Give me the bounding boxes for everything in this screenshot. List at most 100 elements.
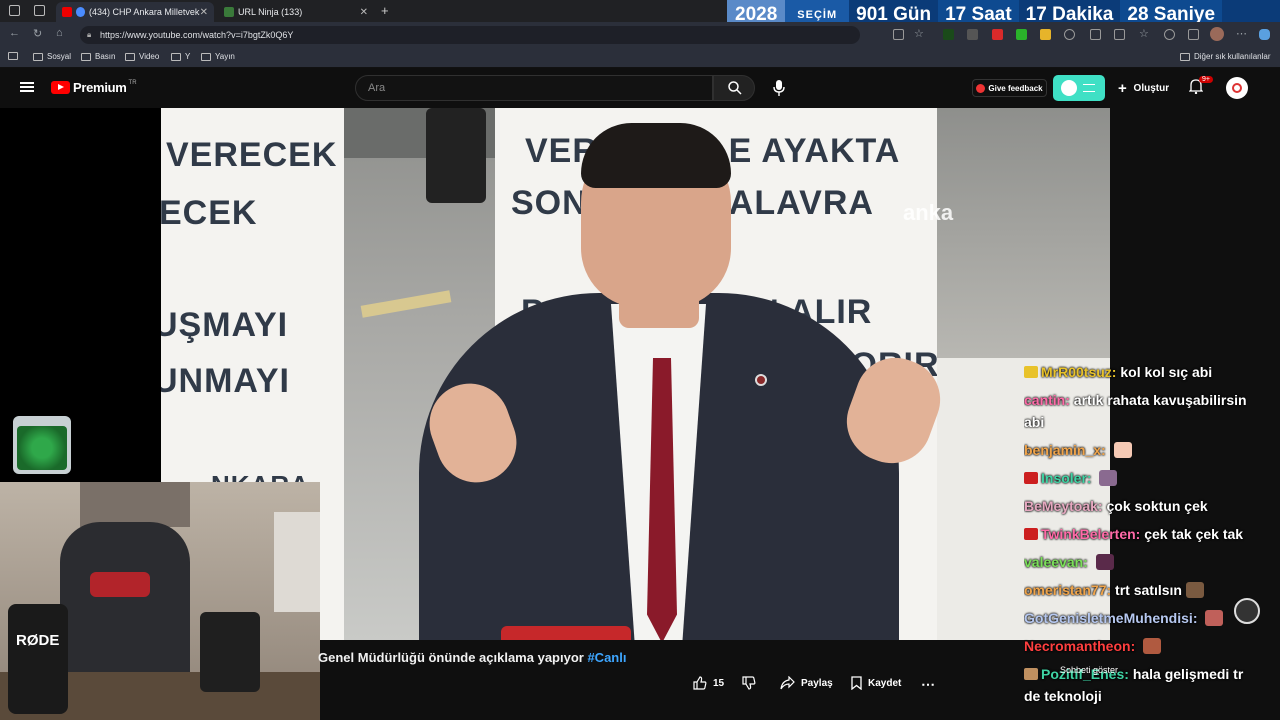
tab-actions-icon[interactable]: [34, 5, 45, 16]
screenshot-icon[interactable]: [1188, 29, 1199, 40]
back-icon[interactable]: ←: [9, 27, 20, 39]
folder-icon: [1180, 52, 1190, 61]
tab-youtube[interactable]: (434) CHP Ankara Milletvekili ✕: [56, 2, 214, 22]
chair-accent: [90, 572, 150, 597]
close-tab-icon[interactable]: ✕: [360, 7, 368, 18]
chat-username[interactable]: Necromantheon: [1024, 638, 1131, 654]
mic-brand-label: RØDE: [16, 632, 60, 649]
chat-separator: :: [1086, 470, 1096, 486]
user-badge-icon: [1024, 668, 1038, 680]
description-text: Genel Müdürlüğü önünde açıklama yapıyor: [318, 650, 588, 665]
hamburger-menu-icon[interactable]: [20, 82, 34, 92]
theme-toggle[interactable]: [1053, 75, 1105, 101]
chat-separator: :: [1101, 442, 1110, 458]
save-button[interactable]: Kaydet: [851, 676, 901, 690]
bookmark-folder-yayin[interactable]: Yayın: [201, 52, 235, 61]
chat-username[interactable]: valeevan: [1024, 554, 1083, 570]
webcam-overlay: RØDE: [0, 482, 320, 720]
extensions-icon[interactable]: [1064, 29, 1075, 40]
chat-username[interactable]: BeMeytoak: [1024, 498, 1098, 514]
emote-icon: [1205, 610, 1224, 626]
create-button[interactable]: + Oluştur: [1118, 80, 1169, 97]
like-button[interactable]: 15: [693, 676, 724, 690]
bookmark-folder-video[interactable]: Video: [125, 52, 159, 61]
collections-icon[interactable]: ☆: [1139, 27, 1149, 40]
notifications-button[interactable]: 9+: [1188, 76, 1213, 99]
url-field[interactable]: 🔒︎ https://www.youtube.com/watch?v=i7bgt…: [80, 26, 860, 44]
play-triangle: [58, 84, 64, 90]
chat-username[interactable]: TwinkBelerten: [1041, 526, 1136, 542]
refresh-icon[interactable]: ↻: [33, 27, 42, 40]
search-button[interactable]: [713, 75, 755, 101]
give-feedback-button[interactable]: Give feedback: [972, 79, 1047, 97]
extension-icon[interactable]: [992, 29, 1003, 40]
bookmarks-menu-icon[interactable]: [8, 52, 22, 60]
bookmark-folder-basin[interactable]: Basın: [81, 52, 115, 61]
chat-username[interactable]: cantin: [1024, 392, 1065, 408]
hashtag-link[interactable]: #Canlı: [587, 650, 626, 665]
chat-message: TwinkBelerten: çek tak çek tak: [1024, 526, 1243, 542]
speaker-hair: [581, 123, 731, 188]
address-toolbar: ← ↻ ⌂ 🔒︎ https://www.youtube.com/watch?v…: [0, 22, 1280, 48]
browser-essentials-icon[interactable]: [1164, 29, 1175, 40]
region-code: TR: [128, 80, 137, 86]
extension-icon[interactable]: [1040, 29, 1051, 40]
jar-overlay: [13, 416, 71, 474]
other-bookmarks-label: Diğer sık kullanılanlar: [1194, 52, 1271, 61]
folder-icon: [81, 52, 91, 61]
dislike-button[interactable]: [742, 676, 756, 690]
chat-separator: :: [1130, 638, 1140, 654]
close-tab-icon[interactable]: ✕: [200, 7, 208, 18]
chat-separator: :: [1083, 554, 1092, 570]
bookmark-folder-y[interactable]: Y: [171, 52, 190, 61]
microphones: [501, 626, 631, 640]
show-chat-button[interactable]: Sohbeti göster: [1060, 665, 1118, 675]
reader-view-icon[interactable]: [893, 29, 904, 40]
chat-separator: :: [1065, 392, 1074, 408]
url-ninja-favicon-icon: [224, 7, 234, 17]
search-input[interactable]: Ara: [355, 75, 713, 101]
user-badge-icon: [1024, 472, 1038, 484]
extension-icon[interactable]: [967, 29, 978, 40]
feedback-label: Give feedback: [988, 83, 1043, 93]
more-actions-button[interactable]: ⋯: [921, 676, 935, 693]
bookmark-icon: [8, 52, 18, 60]
workspaces-icon[interactable]: [9, 5, 20, 16]
bookmarks-bar: Sosyal Basın Video Y Yayın Diğer sık kul…: [0, 48, 1280, 68]
whiteboard: [274, 512, 320, 612]
chat-username[interactable]: GotGenisletmeMuhendisi: [1024, 610, 1193, 626]
chat-username[interactable]: MrR00tsuz: [1041, 364, 1112, 380]
chat-text: kol kol sıç abi: [1120, 364, 1213, 380]
pavement: [937, 108, 1110, 358]
extension-icon[interactable]: [1016, 29, 1027, 40]
favorites-icon[interactable]: [1114, 29, 1125, 40]
user-badge-icon: [1024, 528, 1038, 540]
user-badge-icon: [1024, 366, 1038, 378]
bookmark-folder-sosyal[interactable]: Sosyal: [33, 52, 71, 61]
emote-icon: [1185, 582, 1204, 598]
copilot-icon[interactable]: [1259, 29, 1270, 40]
chat-separator: :: [1192, 610, 1202, 626]
profile-avatar[interactable]: [1210, 27, 1224, 41]
tab-url-ninja[interactable]: URL Ninja (133) ✕: [218, 2, 374, 22]
favorite-star-icon[interactable]: ☆: [914, 27, 924, 40]
split-screen-icon[interactable]: [1090, 29, 1101, 40]
other-bookmarks[interactable]: Diğer sık kullanılanlar: [1180, 52, 1270, 61]
youtube-logo[interactable]: Premium TR: [51, 80, 137, 95]
chat-message: Pozitif_Enes: hala gelişmedi tr: [1024, 666, 1243, 682]
feedback-icon: [976, 83, 986, 93]
chat-username[interactable]: Insoler: [1041, 470, 1087, 486]
extension-icon[interactable]: [943, 29, 954, 40]
home-icon[interactable]: ⌂: [56, 27, 63, 39]
chat-username[interactable]: omeristan77: [1024, 582, 1106, 598]
mic-arm: [8, 604, 68, 714]
avatar[interactable]: [1226, 77, 1248, 99]
audio-playing-icon[interactable]: [75, 7, 85, 17]
emote-icon: [1095, 554, 1114, 570]
more-menu-icon[interactable]: ⋯: [1236, 27, 1247, 40]
chat-message: BeMeytoak: çok soktun çek: [1024, 498, 1208, 514]
chat-username[interactable]: benjamin_x: [1024, 442, 1101, 458]
new-tab-icon[interactable]: +: [381, 3, 389, 18]
microphone-icon[interactable]: [773, 80, 785, 96]
share-button[interactable]: Paylaş: [780, 676, 833, 690]
